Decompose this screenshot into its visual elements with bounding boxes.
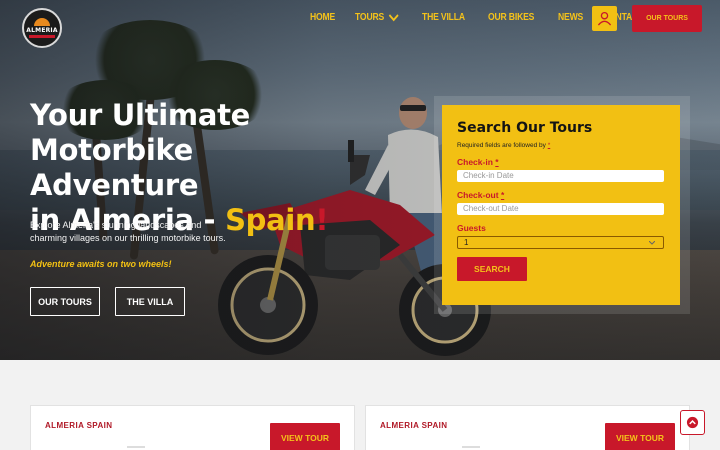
checkin-label-text: Check-in <box>457 157 493 167</box>
checkout-required-star: * <box>500 190 505 200</box>
view-tour-button[interactable]: VIEW TOUR <box>605 423 675 450</box>
nav-tours[interactable]: TOURS <box>355 12 399 23</box>
nav-our-bikes[interactable]: OUR BIKES <box>488 12 534 23</box>
checkin-required-star: * <box>495 157 499 167</box>
hero-title-line1: Your Ultimate <box>30 98 251 132</box>
arrow-up-icon <box>686 416 699 429</box>
view-tour-button[interactable]: VIEW TOUR <box>270 423 340 450</box>
guests-label: Guests <box>457 223 486 233</box>
select-arrow-icon <box>649 241 655 245</box>
chevron-down-icon <box>388 13 399 21</box>
nav-the-villa[interactable]: THE VILLA <box>422 12 465 23</box>
search-submit-button[interactable]: SEARCH <box>457 257 527 281</box>
hero-tagline: Adventure awaits on two wheels! <box>30 259 172 269</box>
checkin-label: Check-in * <box>457 157 665 167</box>
required-note: Required fields are followed by * <box>457 142 665 149</box>
checkin-date-input[interactable]: Check-in Date <box>457 170 664 182</box>
search-title: Search Our Tours <box>457 120 593 136</box>
tour-card-location: ALMERIA SPAIN <box>380 421 448 430</box>
hero-the-villa-button[interactable]: THE VILLA <box>115 287 185 316</box>
hero-our-tours-button[interactable]: OUR TOURS <box>30 287 100 316</box>
checkout-label-text: Check-out <box>457 190 499 200</box>
user-icon <box>597 11 612 26</box>
logo-stripe <box>29 35 55 38</box>
tour-card-location: ALMERIA SPAIN <box>45 421 113 430</box>
nav-home-label: HOME <box>310 12 336 23</box>
checkout-label: Check-out * <box>457 190 665 200</box>
required-star: * <box>547 142 551 149</box>
tour-card: ALMERIA SPAIN VIEW TOUR <box>365 405 690 450</box>
main-nav: HOME TOURS THE VILLA OUR BIKES NEWS CONT… <box>310 12 682 23</box>
hero-title-bang: ! <box>315 203 329 237</box>
site-logo[interactable]: ALMERIA <box>22 8 62 48</box>
nav-villa-label: THE VILLA <box>422 12 465 23</box>
nav-bikes-label: OUR BIKES <box>487 12 535 23</box>
hero-title-line2: Motorbike Adventure <box>30 133 199 202</box>
hero-title: Your Ultimate Motorbike Adventure in Alm… <box>30 98 330 238</box>
nav-news-label: NEWS <box>557 12 583 23</box>
nav-tours-label: TOURS <box>355 12 385 23</box>
nav-home[interactable]: HOME <box>310 12 335 23</box>
tour-card-heading-partial <box>127 446 145 450</box>
search-tours-panel: Search Our Tours Required fields are fol… <box>442 105 680 305</box>
tour-card-heading-partial <box>462 446 480 450</box>
logo-text: ALMERIA <box>26 27 58 34</box>
tour-card: ALMERIA SPAIN VIEW TOUR <box>30 405 355 450</box>
guests-value: 1 <box>464 238 469 247</box>
our-tours-nav-button[interactable]: OUR TOURS <box>632 5 702 32</box>
checkout-date-input[interactable]: Check-out Date <box>457 203 664 215</box>
account-button[interactable] <box>592 6 617 31</box>
guests-select[interactable]: 1 <box>457 236 664 249</box>
back-to-top-button[interactable] <box>680 410 705 435</box>
nav-news[interactable]: NEWS <box>558 12 583 23</box>
hero-description: Explore Almeria's stunning landscapes an… <box>30 220 226 243</box>
logo-sun-icon <box>34 18 50 26</box>
required-note-text: Required fields are followed by <box>457 142 546 149</box>
